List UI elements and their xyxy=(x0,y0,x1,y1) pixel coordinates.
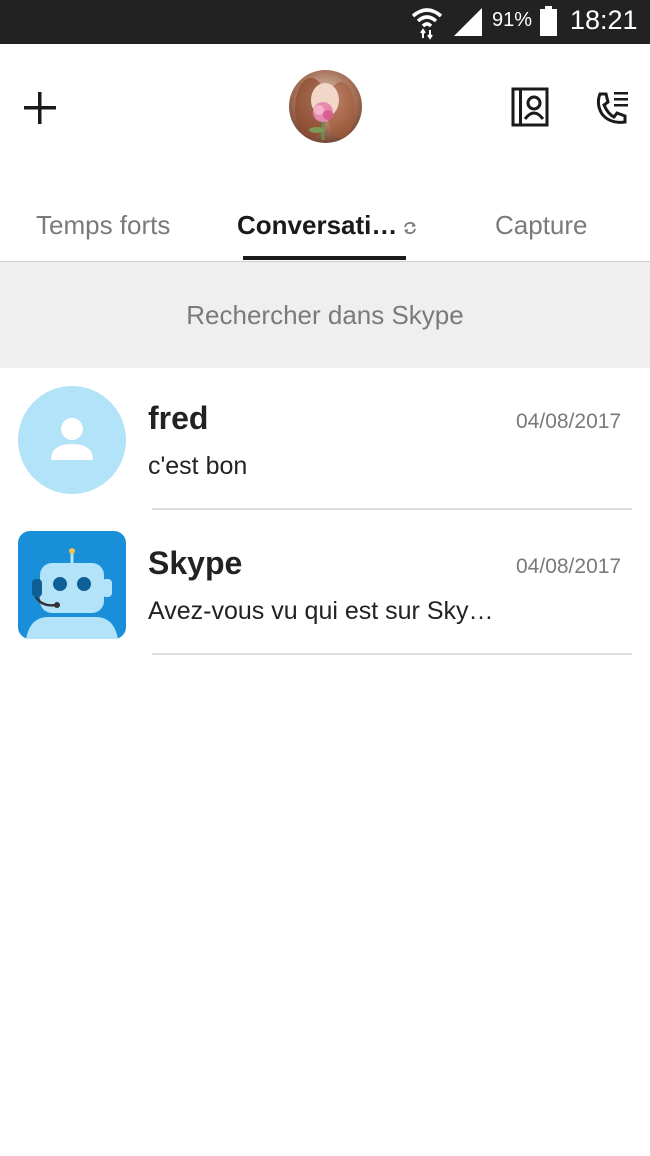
message-preview: c'est bon xyxy=(148,452,248,480)
profile-avatar[interactable] xyxy=(289,70,362,143)
contact-name: fred xyxy=(148,400,209,436)
default-person-avatar xyxy=(18,386,126,494)
profile-photo xyxy=(289,70,362,143)
skype-bot-avatar xyxy=(18,531,126,639)
add-icon[interactable] xyxy=(20,88,60,128)
battery-icon xyxy=(540,6,557,36)
conversation-item-skype[interactable]: Skype 04/08/2017 Avez-vous vu qui est su… xyxy=(0,513,650,657)
tab-capture[interactable]: Capture xyxy=(495,210,588,241)
sync-icon xyxy=(404,222,416,234)
message-date: 04/08/2017 xyxy=(516,555,622,578)
active-tab-indicator xyxy=(243,256,406,260)
divider xyxy=(152,508,632,510)
wifi-icon xyxy=(411,8,443,40)
tab-bar: Temps forts Conversati… Capture xyxy=(0,184,650,262)
contacts-icon[interactable] xyxy=(510,86,552,128)
search-bar[interactable]: Rechercher dans Skype xyxy=(0,262,650,368)
conversation-item-fred[interactable]: fred 04/08/2017 c'est bon xyxy=(0,368,650,512)
cell-signal-icon xyxy=(454,8,482,36)
message-date: 04/08/2017 xyxy=(516,410,622,433)
clock: 18:21 xyxy=(570,5,638,35)
divider xyxy=(152,653,632,655)
message-preview: Avez-vous vu qui est sur Sky… xyxy=(148,597,494,625)
tab-conversations[interactable]: Conversati… xyxy=(237,210,397,241)
battery-percent: 91% xyxy=(492,9,533,31)
call-log-icon[interactable] xyxy=(590,86,632,128)
app-header xyxy=(0,44,650,184)
status-bar: 91% 18:21 xyxy=(0,0,650,44)
tab-temps-forts[interactable]: Temps forts xyxy=(36,210,170,241)
contact-name: Skype xyxy=(148,545,243,581)
search-placeholder: Rechercher dans Skype xyxy=(186,300,464,330)
